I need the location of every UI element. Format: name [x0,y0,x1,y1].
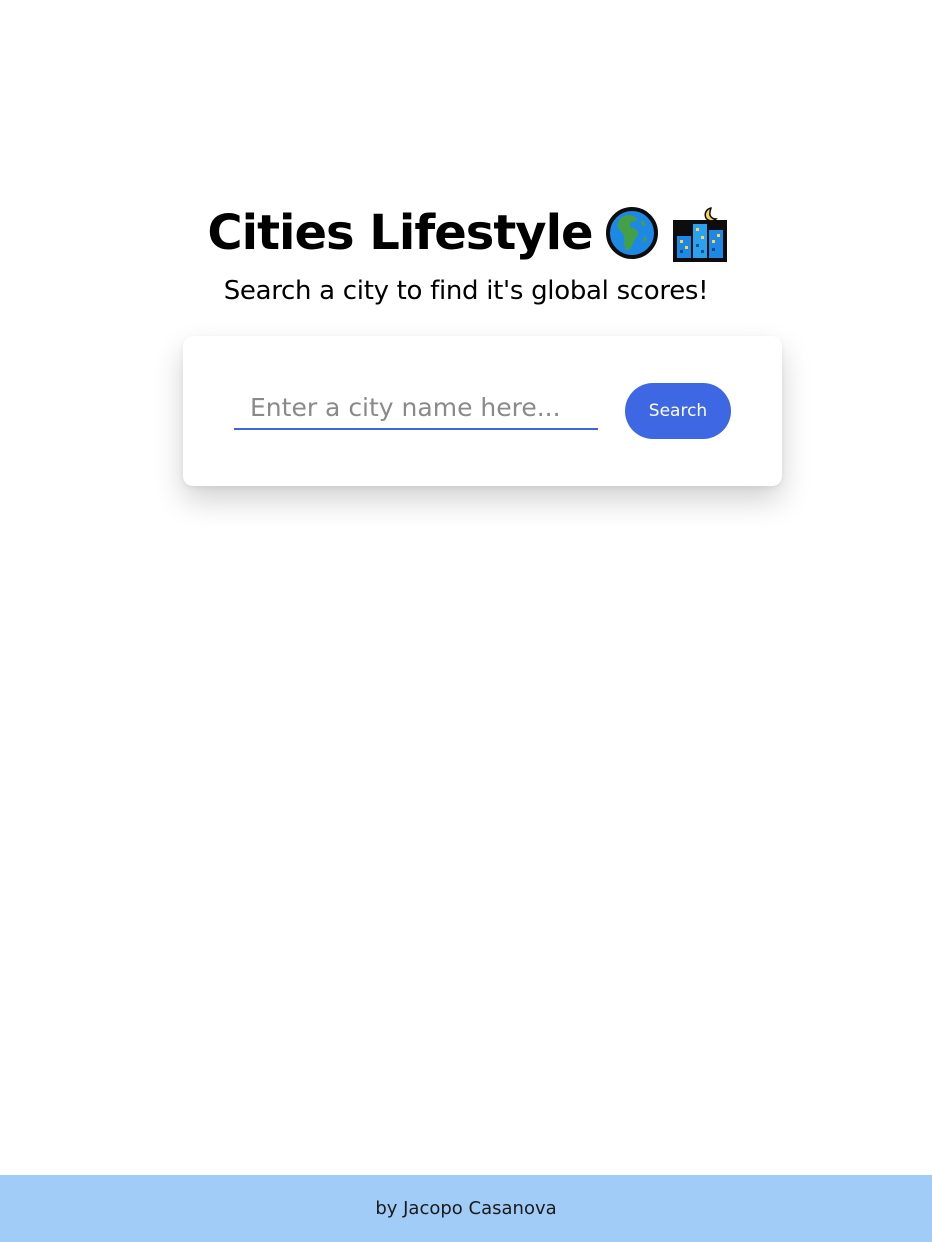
page-subtitle: Search a city to find it's global scores… [223,276,709,306]
page-title: Cities Lifestyle [207,205,593,261]
globe-icon [605,206,659,260]
page: Cities Lifestyle Search a city to find i… [0,0,932,1242]
header: Cities Lifestyle Search a city to find i… [0,200,932,306]
city-search-input[interactable] [234,386,598,430]
night-city-icon [671,206,727,262]
search-card: Search [183,336,782,486]
title-row: Cities Lifestyle [207,200,727,266]
search-button[interactable]: Search [625,383,731,439]
footer-credit: by Jacopo Casanova [375,1198,557,1219]
footer: by Jacopo Casanova [0,1175,932,1242]
